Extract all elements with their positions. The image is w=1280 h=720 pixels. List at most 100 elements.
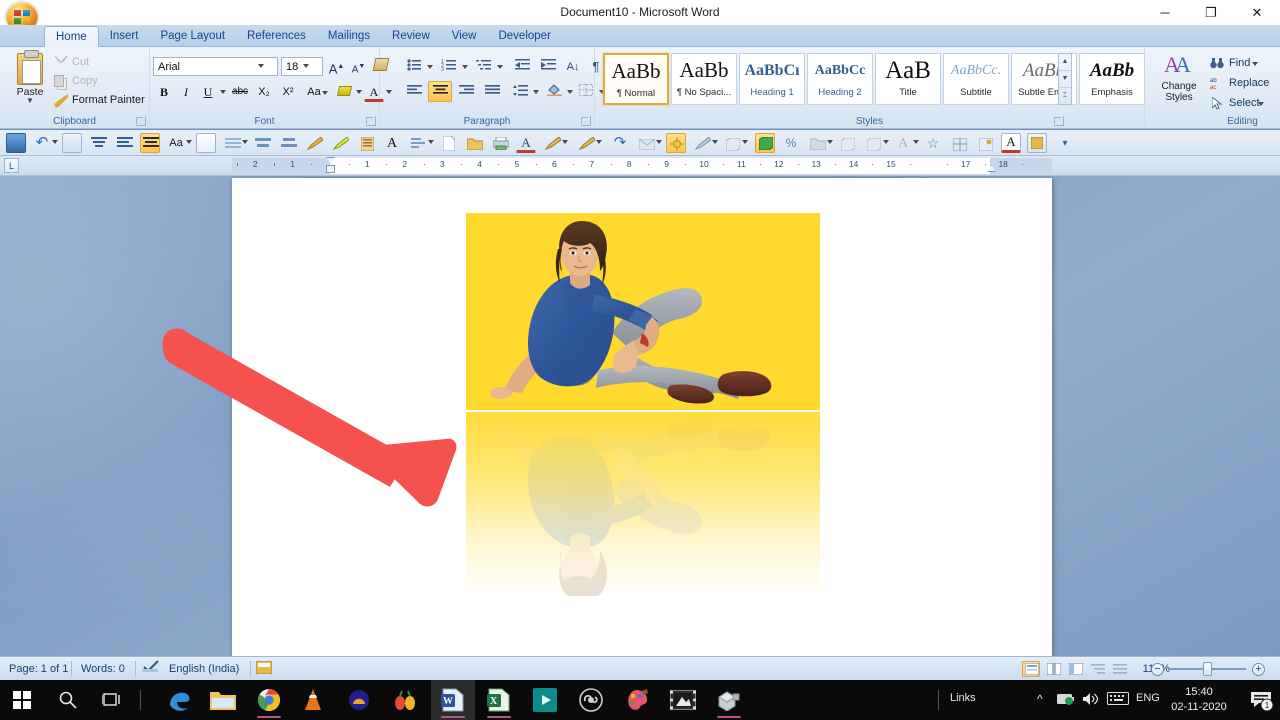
ruler[interactable]: L 2 1 1 2 3 4 5 6 7 8 9 10 11 12 13 14 15 17 18 — [0, 156, 1280, 176]
align-center-button[interactable] — [428, 81, 452, 102]
tab-references[interactable]: References — [236, 25, 317, 47]
close-button[interactable]: ✕ — [1234, 0, 1280, 25]
chevron-down-icon[interactable] — [322, 91, 328, 95]
edit-icon[interactable] — [196, 133, 216, 153]
format-painter-button[interactable]: Format Painter — [52, 92, 145, 109]
picture-border-icon[interactable] — [576, 133, 596, 153]
shadow-icon[interactable] — [807, 133, 827, 153]
font-color-red-icon[interactable]: A — [1001, 133, 1021, 153]
change-case-dropdown-icon[interactable] — [186, 140, 192, 144]
undo-dropdown-icon[interactable] — [52, 140, 58, 144]
view-full-screen-reading[interactable] — [1044, 661, 1062, 677]
text-highlight-button[interactable] — [333, 81, 355, 102]
save-icon[interactable] — [6, 133, 26, 153]
chevron-down-icon[interactable]: ▼ — [10, 97, 50, 105]
text-box-dropdown-icon[interactable] — [242, 140, 248, 144]
picture-border-dropdown-icon[interactable] — [596, 140, 602, 144]
star-icon[interactable]: ☆ — [923, 133, 943, 153]
contrast-icon[interactable] — [692, 133, 712, 153]
style-title[interactable]: AaB Title — [875, 53, 941, 105]
tab-insert[interactable]: Insert — [99, 25, 150, 47]
style-subtitle[interactable]: AaBbCc. Subtitle — [943, 53, 1009, 105]
align-center-toolbar-icon[interactable] — [140, 133, 160, 153]
underline-button[interactable]: U — [198, 81, 218, 102]
attach-icon[interactable] — [975, 133, 995, 153]
align-middle-icon[interactable] — [114, 133, 134, 153]
font-name-combo[interactable]: Arial — [153, 57, 278, 76]
picture-tools-icon[interactable] — [542, 133, 562, 153]
align-left-button[interactable] — [402, 81, 426, 102]
volume-icon[interactable] — [1082, 691, 1100, 710]
insert-table-icon[interactable] — [949, 133, 969, 153]
font-color-toolbar-icon[interactable]: A — [516, 133, 536, 153]
zoom-in-button[interactable]: + — [1252, 663, 1265, 676]
shading-button[interactable] — [542, 81, 566, 102]
find-dropdown-icon[interactable] — [1252, 62, 1258, 66]
taskbar-app-paint-3d[interactable] — [615, 680, 659, 720]
left-indent-marker[interactable] — [326, 165, 335, 173]
tab-view[interactable]: View — [441, 25, 488, 47]
zoom-out-button[interactable]: − — [1151, 663, 1164, 676]
taskbar-app-microsoft-edge[interactable] — [157, 680, 201, 720]
page-setup-icon[interactable] — [408, 133, 428, 153]
page-indicator[interactable]: Page: 1 of 1 — [0, 657, 77, 681]
minimize-button[interactable]: ─ — [1142, 0, 1188, 25]
photo-reflection[interactable] — [466, 412, 820, 596]
change-case-toolbar-icon[interactable]: Aa — [166, 133, 186, 153]
percent-icon[interactable]: % — [781, 133, 801, 153]
bold-button[interactable]: B — [154, 81, 174, 102]
bullets-dropdown-icon[interactable] — [427, 65, 433, 69]
print-icon[interactable] — [490, 133, 510, 153]
decrease-indent-button[interactable] — [510, 56, 534, 77]
justify-button[interactable] — [480, 81, 504, 102]
chevron-down-icon[interactable] — [303, 64, 309, 68]
view-outline[interactable] — [1088, 661, 1106, 677]
taskbar-app-orange[interactable] — [337, 680, 381, 720]
paste-button[interactable]: Paste ▼ — [10, 50, 50, 113]
find-button[interactable]: Find — [1210, 54, 1258, 72]
word-count[interactable]: Words: 0 — [72, 657, 134, 681]
shading-dropdown-icon[interactable] — [567, 90, 573, 94]
tab-developer[interactable]: Developer — [487, 25, 561, 47]
align-right-button[interactable] — [454, 81, 478, 102]
open-doc-icon[interactable] — [464, 133, 484, 153]
taskbar-app-vlc-media-player[interactable] — [291, 680, 335, 720]
shape-outline-icon[interactable] — [278, 133, 298, 153]
envelope-dropdown-icon[interactable] — [656, 140, 662, 144]
shape-icon-2[interactable] — [863, 133, 883, 153]
taskbar-app-microsoft-word[interactable]: W — [431, 680, 475, 720]
numbering-button[interactable]: 123 — [437, 56, 461, 77]
object-icon[interactable] — [1027, 133, 1047, 153]
3d-style-icon[interactable] — [722, 133, 742, 153]
increase-indent-button[interactable] — [536, 56, 560, 77]
text-box-icon[interactable] — [222, 133, 242, 153]
view-print-layout[interactable] — [1022, 661, 1040, 677]
highlight-toolbar-icon[interactable] — [330, 133, 350, 153]
change-case-button[interactable]: Aa — [301, 81, 328, 102]
clipboard-dialog-launcher[interactable] — [136, 116, 146, 126]
styles-scroll-down[interactable]: ▼ — [1059, 71, 1071, 88]
taskbar-app-file-explorer[interactable] — [201, 680, 245, 720]
chevron-down-icon[interactable] — [258, 64, 264, 68]
brightness-icon[interactable] — [666, 133, 686, 153]
cut-button[interactable]: Cut — [52, 54, 89, 71]
page-setup-dropdown-icon[interactable] — [428, 140, 434, 144]
tab-stop-selector[interactable]: L — [4, 158, 19, 173]
replace-button[interactable]: ab ac Replace — [1210, 74, 1269, 92]
battery-icon[interactable] — [1057, 692, 1075, 709]
sort-button[interactable]: A↓ — [562, 56, 584, 77]
bullets-button[interactable] — [402, 56, 426, 77]
search-button[interactable] — [46, 680, 90, 720]
picture-tools-dropdown-icon[interactable] — [562, 140, 568, 144]
start-button[interactable] — [0, 680, 44, 720]
taskbar-app-3d-builder[interactable] — [707, 680, 751, 720]
notification-center-button[interactable]: 1 — [1250, 690, 1274, 715]
taskbar-app-microsoft-excel[interactable]: X — [477, 680, 521, 720]
toolbar-overflow-icon[interactable]: ▾ — [1055, 133, 1075, 153]
task-view-button[interactable] — [90, 680, 134, 720]
undo-icon[interactable]: ↶ — [32, 133, 52, 153]
redo-icon[interactable]: ↷ — [610, 133, 630, 153]
columns-icon[interactable] — [356, 133, 376, 153]
taskbar-app-fruit[interactable] — [383, 680, 427, 720]
document-workspace[interactable] — [0, 176, 1280, 656]
